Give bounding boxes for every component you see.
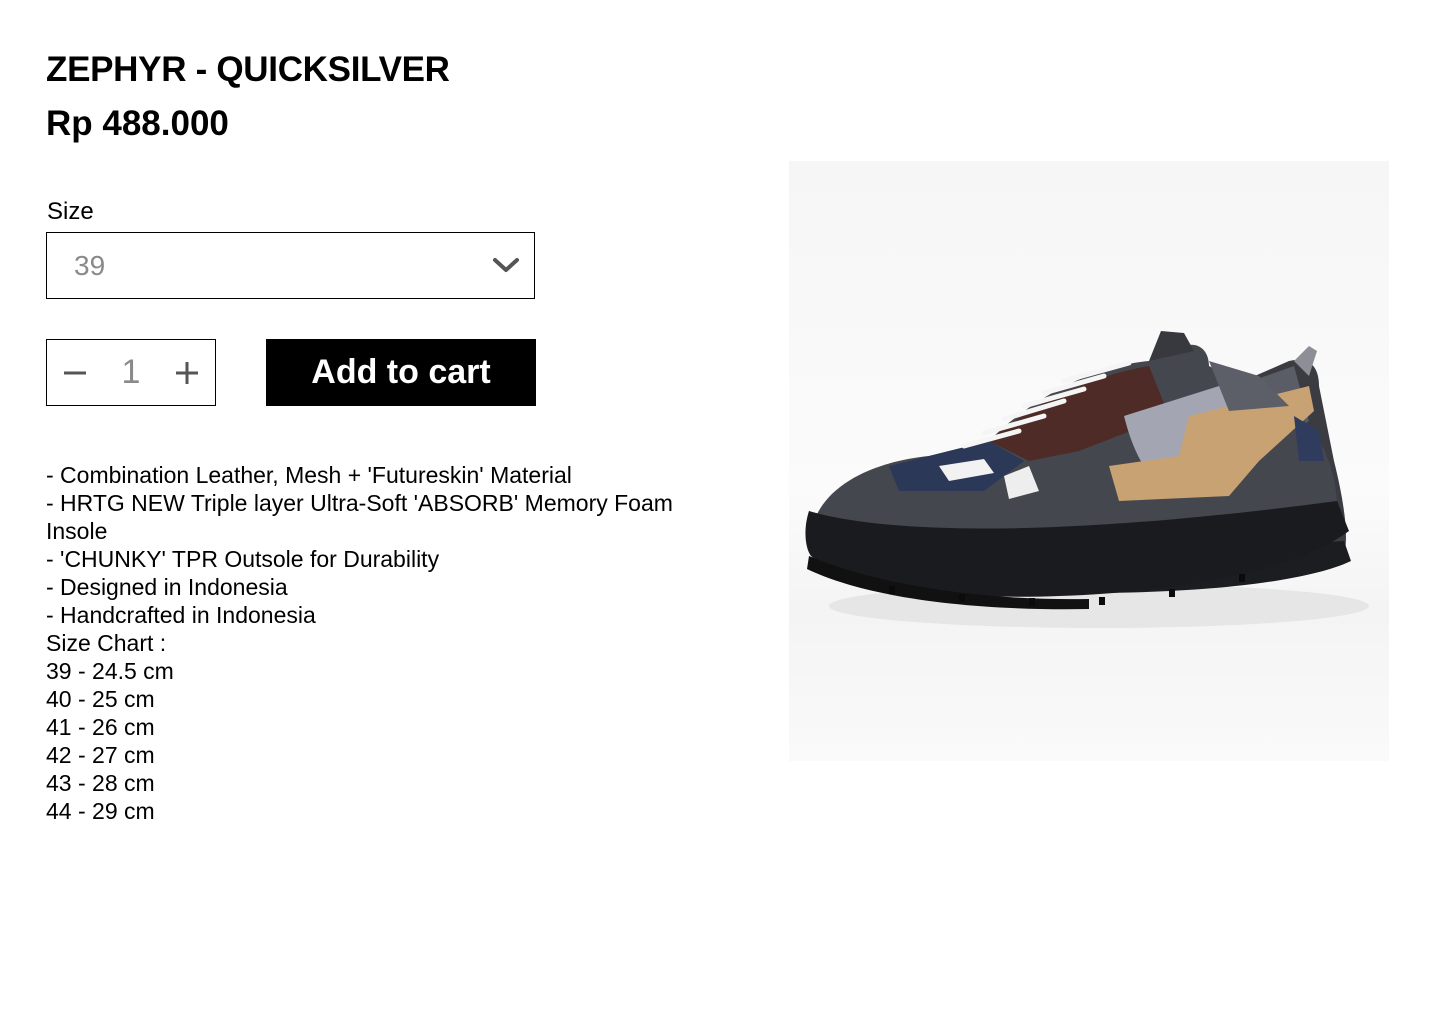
chevron-down-icon [493,258,519,272]
product-price: Rp 488.000 [46,104,229,143]
quantity-stepper: 1 [46,339,216,406]
product-title: ZEPHYR - QUICKSILVER [46,50,450,89]
size-chart-row: 40 - 25 cm [46,686,155,712]
sneaker-illustration [805,331,1369,628]
quantity-decrease-button[interactable] [47,340,103,405]
size-chart-row: 42 - 27 cm [46,742,155,768]
description-line: - Handcrafted in Indonesia [46,602,316,628]
product-description: - Combination Leather, Mesh + 'Futureski… [46,461,686,825]
product-image [789,161,1389,761]
description-line: - Designed in Indonesia [46,574,288,600]
description-line: - 'CHUNKY' TPR Outsole for Durability [46,546,440,572]
size-select[interactable]: 39 [46,232,535,299]
quantity-value[interactable]: 1 [103,340,159,405]
description-line: - Combination Leather, Mesh + 'Futureski… [46,462,572,488]
size-chart-heading: Size Chart : [46,630,167,656]
description-line: - HRTG NEW Triple layer Ultra-Soft 'ABSO… [46,490,673,544]
size-chart-row: 39 - 24.5 cm [46,658,174,684]
quantity-increase-button[interactable] [159,340,215,405]
size-chart-row: 41 - 26 cm [46,714,155,740]
minus-icon [64,371,86,374]
size-chart-row: 44 - 29 cm [46,798,155,824]
add-to-cart-button[interactable]: Add to cart [266,339,536,406]
plus-icon [176,361,198,384]
size-selected-value: 39 [74,250,106,281]
size-chart-row: 43 - 28 cm [46,770,155,796]
product-page: ZEPHYR - QUICKSILVER Rp 488.000 Size 39 … [0,0,1440,1024]
size-label: Size [47,198,94,225]
